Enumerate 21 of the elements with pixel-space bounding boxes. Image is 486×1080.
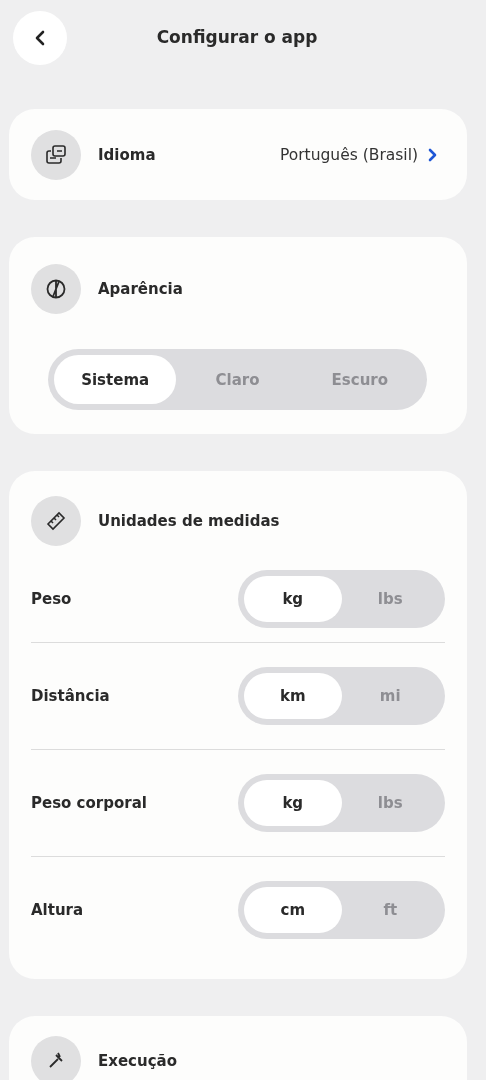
section-title: Execução	[98, 1052, 177, 1070]
section-title: Unidades de medidas	[98, 512, 280, 530]
section-title: Idioma	[98, 145, 156, 164]
unit-label: Distância	[31, 687, 110, 705]
segment-option[interactable]: kg	[244, 576, 342, 622]
language-selector[interactable]: Português (Brasil)	[279, 145, 445, 164]
translate-icon	[45, 144, 67, 165]
chevron-right-icon	[428, 147, 437, 162]
unit-label: Peso corporal	[31, 794, 147, 812]
section-title: Aparência	[98, 280, 183, 298]
ruler-icon	[45, 510, 67, 532]
segment-option[interactable]: Sistema	[54, 355, 177, 404]
segment-option[interactable]: cm	[244, 887, 342, 933]
segment-option[interactable]: km	[244, 673, 342, 719]
contrast-icon	[45, 278, 67, 300]
language-card[interactable]: Idioma Português (Brasil)	[9, 109, 467, 200]
chevron-left-icon	[35, 30, 45, 46]
unit-label: Altura	[31, 901, 84, 919]
page-title: Configurar o app	[156, 27, 318, 47]
segment-option[interactable]: kg	[244, 780, 342, 826]
unit-label: Peso	[31, 590, 72, 608]
